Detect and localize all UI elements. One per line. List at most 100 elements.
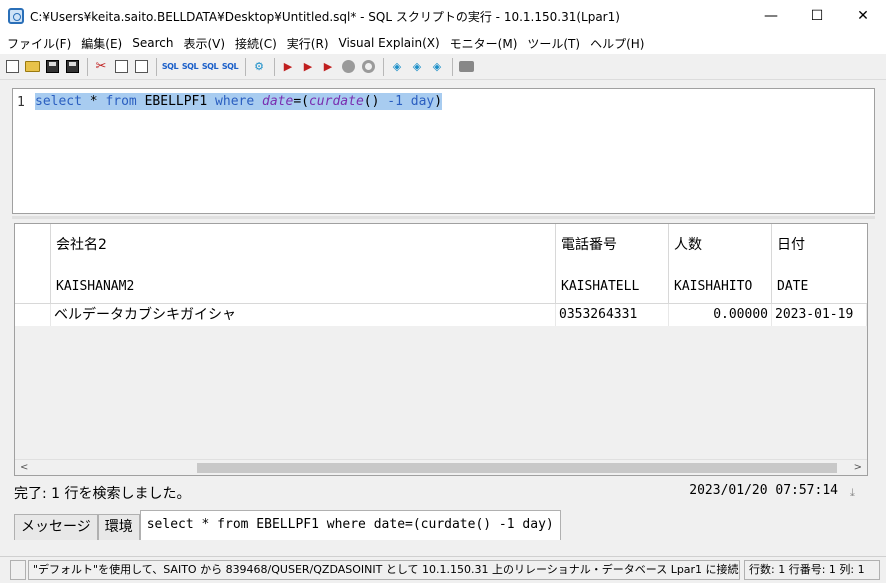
minimize-button[interactable]: — [748,0,794,32]
menu-monitor[interactable]: モニター(M) [445,35,523,52]
sql-format-icon[interactable]: SQL [181,58,199,76]
sql-prompt-icon[interactable]: SQL [201,58,219,76]
result-status-text: 完了: 1 行を検索しました。 [14,486,191,502]
cell-date[interactable]: 2023-01-19 [772,304,867,326]
toolbar-separator [245,57,246,76]
column-header-kaishahito[interactable]: 人数 KAISHAHITO [669,224,772,304]
column-header-kaishanam2[interactable]: 会社名2 KAISHANAM2 [51,224,556,304]
open-folder-icon[interactable] [23,58,41,76]
menu-view[interactable]: 表示(V) [178,35,230,52]
grid-header-row: 会社名2 KAISHANAM2 電話番号 KAISHATELL 人数 KAISH… [15,224,867,304]
toolbar: ✂ SQL SQL SQL SQL ⚙ ▶ ▶ ▶ ◈ ◈ ◈ [0,54,886,80]
menu-bar: ファイル(F) 編集(E) Search 表示(V) 接続(C) 実行(R) V… [0,32,886,54]
cell-kaishatell[interactable]: 0353264331 [556,304,669,326]
scroll-thumb[interactable] [197,463,837,473]
menu-tools[interactable]: ツール(T) [522,35,585,52]
menu-edit[interactable]: 編集(E) [76,35,127,52]
run-from-icon[interactable]: ▶ [299,58,317,76]
row-header-corner [15,224,51,304]
cell-kaishanam2[interactable]: ベルデータカブシキガイシャ [51,304,556,326]
scroll-right-icon[interactable]: > [854,462,862,473]
paste-icon[interactable] [132,58,150,76]
visual-explain-icon[interactable]: ◈ [388,58,406,76]
token-star: * [81,94,106,109]
token-date: date [262,94,294,109]
tab-messages[interactable]: メッセージ [14,514,98,540]
cancel-icon[interactable] [359,58,377,76]
result-grid[interactable]: 会社名2 KAISHANAM2 電話番号 KAISHATELL 人数 KAISH… [14,223,868,476]
column-label: 人数 [674,237,702,253]
status-indicator [10,560,26,580]
column-field: KAISHATELL [561,279,640,294]
connect-icon[interactable]: ⚙ [250,58,268,76]
menu-run[interactable]: 実行(R) [282,35,334,52]
token-where: where [215,94,255,109]
explain-only-icon[interactable]: ◈ [428,58,446,76]
toolbar-separator [452,57,453,76]
window-controls: — ☐ ✕ [748,0,886,32]
column-field: KAISHAHITO [674,279,753,294]
column-header-date[interactable]: 日付 DATE [772,224,867,304]
menu-visual-explain[interactable]: Visual Explain(X) [334,36,445,50]
line-number: 1 [17,95,25,110]
download-icon[interactable]: ⤓ [850,486,862,499]
token-close-paren: ) [434,94,443,109]
toolbar-separator [156,57,157,76]
app-icon [8,8,24,24]
tab-environment[interactable]: 環境 [97,514,140,540]
column-label: 会社名2 [56,237,107,253]
toolbar-separator [274,57,275,76]
menu-help[interactable]: ヘルプ(H) [585,35,649,52]
print-icon[interactable] [457,58,475,76]
sql-check-icon[interactable]: SQL [161,58,179,76]
explain-run-icon[interactable]: ◈ [408,58,426,76]
column-header-kaishatell[interactable]: 電話番号 KAISHATELL [556,224,669,304]
grid-body: 会社名2 KAISHANAM2 電話番号 KAISHATELL 人数 KAISH… [15,224,867,460]
title-bar: C:¥Users¥keita.saito.BELLDATA¥Desktop¥Un… [0,0,886,32]
maximize-button[interactable]: ☐ [794,0,840,32]
toolbar-separator [383,57,384,76]
tab-query[interactable]: select * from EBELLPF1 where date=(curda… [139,510,561,540]
horizontal-scrollbar[interactable]: < > [15,459,867,475]
result-timestamp: 2023/01/20 07:57:14 [689,483,838,498]
toolbar-separator [87,57,88,76]
run-selected-icon[interactable]: ▶ [319,58,337,76]
line-gutter: 1 [13,89,33,213]
stop-icon[interactable] [339,58,357,76]
run-all-icon[interactable]: ▶ [279,58,297,76]
menu-file[interactable]: ファイル(F) [2,35,76,52]
sql-code-line[interactable]: select * from EBELLPF1 where date=(curda… [35,93,443,110]
column-label: 日付 [777,237,805,253]
sql-insert-icon[interactable]: SQL [221,58,239,76]
save-icon[interactable] [43,58,61,76]
pane-splitter[interactable] [12,216,875,219]
copy-icon[interactable] [112,58,130,76]
token-eq: =( [293,94,309,109]
bottom-tabs: メッセージ 環境 select * from EBELLPF1 where da… [14,510,561,540]
menu-search[interactable]: Search [127,36,178,50]
cell-kaishahito[interactable]: 0.00000 [669,304,772,326]
token-table: EBELLPF1 [136,94,216,109]
save-all-icon[interactable] [63,58,81,76]
column-label: 電話番号 [561,237,617,253]
column-field: KAISHANAM2 [56,279,135,294]
status-bar: "デフォルト"を使用して、SAITO から 839468/QUSER/QZDAS… [0,556,886,583]
token-curdate: curdate [308,94,364,109]
token-day: day [410,94,435,109]
column-field: DATE [777,279,809,294]
window-title: C:¥Users¥keita.saito.BELLDATA¥Desktop¥Un… [30,9,620,24]
row-header [15,304,51,326]
close-button[interactable]: ✕ [840,0,886,32]
cut-icon[interactable]: ✂ [92,58,110,76]
token-paren: () [363,94,388,109]
token-select: select [35,94,82,109]
menu-connection[interactable]: 接続(C) [230,35,282,52]
cursor-position: 行数: 1 行番号: 1 列: 1 [744,560,880,580]
sql-editor[interactable]: 1 select * from EBELLPF1 where date=(cur… [12,88,875,214]
scroll-left-icon[interactable]: < [20,462,28,473]
table-row[interactable]: ベルデータカブシキガイシャ 0353264331 0.00000 2023-01… [15,304,867,326]
token-minus-one: -1 [387,94,403,109]
new-file-icon[interactable] [3,58,21,76]
